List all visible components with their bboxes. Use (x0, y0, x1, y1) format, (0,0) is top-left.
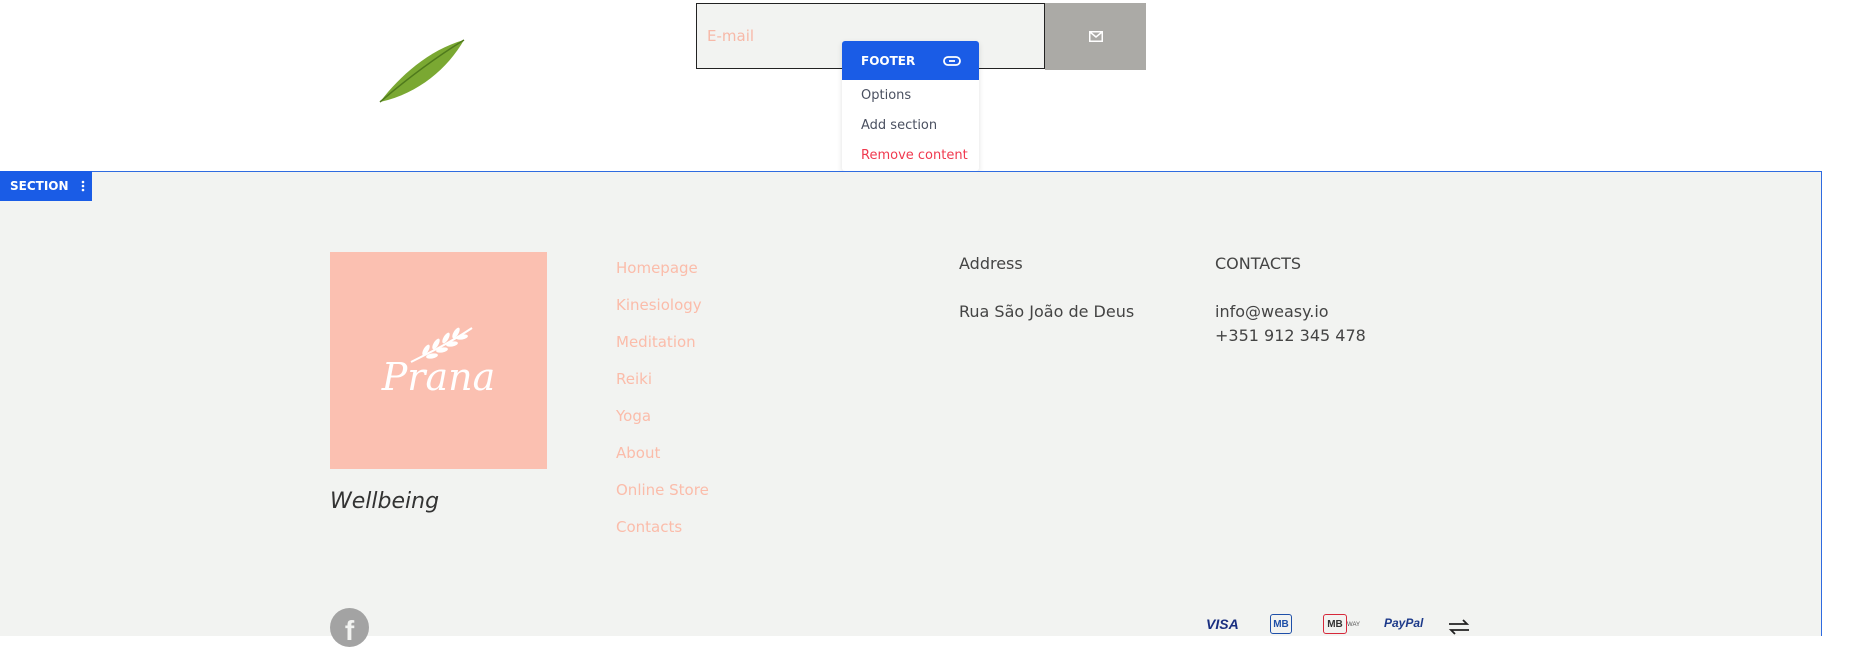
logo-text: Prana (381, 355, 496, 399)
contacts-title: CONTACTS (1215, 254, 1302, 273)
visa-icon: VISA (1206, 616, 1239, 632)
nav-link-meditation[interactable]: Meditation (616, 333, 696, 351)
more-vertical-icon[interactable] (81, 180, 85, 192)
nav-link-yoga[interactable]: Yoga (616, 407, 651, 425)
link-icon[interactable] (943, 55, 961, 66)
mbway-label: WAY (1347, 622, 1360, 628)
paypal-icon: PayPal (1384, 616, 1424, 630)
contact-email[interactable]: info@weasy.io (1215, 302, 1329, 321)
nav-link-contacts[interactable]: Contacts (616, 518, 682, 536)
menu-item-add-section[interactable]: Add section (861, 118, 937, 133)
footer-menu-title: FOOTER (861, 53, 916, 68)
mbway-icon: MB (1323, 614, 1347, 634)
address-line: Rua São João de Deus (959, 302, 1135, 321)
footer-menu-header[interactable]: FOOTER (842, 41, 979, 80)
leaf-decoration (379, 39, 465, 103)
nav-link-about[interactable]: About (616, 444, 660, 462)
footer-context-menu: FOOTER Options Add section Remove conten… (842, 41, 979, 171)
facebook-icon[interactable]: f (330, 608, 369, 647)
nav-link-reiki[interactable]: Reiki (616, 370, 652, 388)
address-title: Address (959, 254, 1023, 273)
newsletter-submit-button[interactable] (1045, 3, 1146, 70)
section-badge-label: SECTION (10, 179, 69, 193)
nav-link-kinesiology[interactable]: Kinesiology (616, 296, 702, 314)
nav-link-homepage[interactable]: Homepage (616, 259, 698, 277)
nav-link-online-store[interactable]: Online Store (616, 481, 709, 499)
footer-section (0, 172, 1821, 636)
section-badge[interactable]: SECTION (0, 171, 92, 201)
envelope-icon (1088, 31, 1103, 42)
menu-item-options[interactable]: Options (861, 88, 911, 103)
multibanco-icon: MB (1270, 614, 1292, 634)
bank-transfer-icon (1448, 619, 1470, 635)
menu-item-remove-content[interactable]: Remove content (861, 148, 968, 163)
section-top-border (0, 171, 1822, 172)
contact-phone[interactable]: +351 912 345 478 (1215, 326, 1366, 345)
brand-logo[interactable]: Prana (330, 252, 547, 469)
section-right-border (1821, 171, 1822, 636)
brand-tagline: Wellbeing (330, 489, 440, 514)
